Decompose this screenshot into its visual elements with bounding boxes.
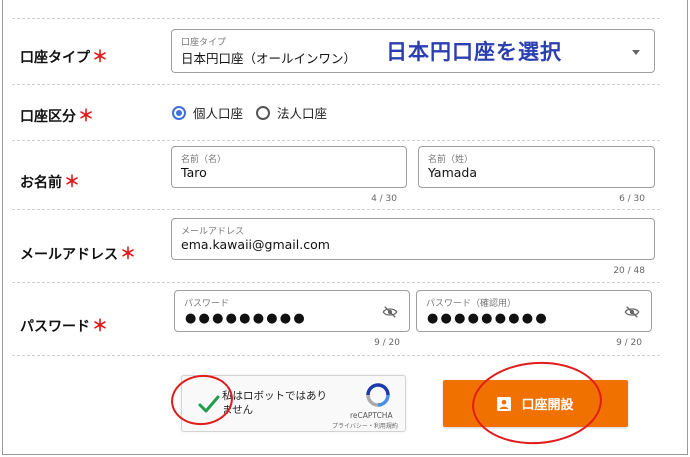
- password-confirm-counter: 9 / 20: [616, 338, 642, 348]
- eye-off-icon[interactable]: [623, 304, 641, 320]
- radio-corporate-label: 法人口座: [277, 106, 328, 121]
- first-name-input[interactable]: 名前（名） Taro: [171, 146, 407, 188]
- divider: [12, 355, 660, 356]
- required-mark: ＊: [92, 316, 109, 335]
- open-account-button[interactable]: 口座開設: [443, 380, 628, 427]
- first-name-counter: 4 / 30: [371, 194, 397, 204]
- account-type-select-value: 日本円口座（オールインワン）: [181, 51, 357, 66]
- account-category-label: 口座区分＊: [20, 102, 94, 126]
- password-input[interactable]: パスワード ●●●●●●●●●: [174, 290, 410, 332]
- email-label: メールアドレス＊: [20, 240, 136, 264]
- password-counter: 9 / 20: [374, 338, 400, 348]
- divider: [12, 140, 660, 141]
- radio-corporate[interactable]: 法人口座: [256, 103, 327, 122]
- divider: [12, 282, 660, 283]
- radio-individual-label: 個人口座: [193, 106, 244, 121]
- recaptcha-logo-icon: [366, 383, 390, 407]
- account-type-select-label: 口座タイプ: [181, 38, 227, 48]
- last-name-counter: 6 / 30: [619, 194, 645, 204]
- email-counter: 20 / 48: [613, 266, 645, 276]
- divider: [12, 209, 660, 210]
- name-label: お名前＊: [20, 168, 80, 192]
- recaptcha-brand: reCAPTCHA: [350, 411, 393, 420]
- recaptcha-checkbox[interactable]: [196, 391, 222, 417]
- required-mark: ＊: [64, 172, 81, 191]
- name-label-text: お名前: [20, 175, 62, 191]
- divider: [12, 18, 660, 19]
- last-name-field-label: 名前（姓）: [428, 155, 474, 165]
- email-field-label: メールアドレス: [181, 227, 245, 237]
- account-type-select[interactable]: 口座タイプ 日本円口座（オールインワン） 日本円口座を選択: [171, 29, 655, 73]
- last-name-input[interactable]: 名前（姓） Yamada: [418, 146, 655, 188]
- radio-checked-icon: [172, 105, 186, 120]
- first-name-field-label: 名前（名）: [181, 155, 227, 165]
- email-input[interactable]: メールアドレス ema.kawaii@gmail.com: [171, 218, 655, 260]
- account-type-label-text: 口座タイプ: [20, 50, 90, 66]
- radio-individual[interactable]: 個人口座: [172, 103, 243, 122]
- account-category-label-text: 口座区分: [20, 109, 76, 125]
- last-name-value: Yamada: [428, 165, 478, 180]
- password-confirm-input[interactable]: パスワード（確認用） ●●●●●●●●●: [416, 290, 652, 332]
- required-mark: ＊: [120, 244, 137, 263]
- account-type-label: 口座タイプ＊: [20, 43, 108, 67]
- email-label-text: メールアドレス: [20, 247, 118, 263]
- password-value: ●●●●●●●●●: [185, 311, 307, 326]
- password-confirm-value: ●●●●●●●●●: [427, 311, 549, 326]
- password-field-label: パスワード: [184, 299, 230, 309]
- password-label: パスワード＊: [20, 312, 108, 336]
- password-label-text: パスワード: [20, 319, 90, 335]
- email-value: ema.kawaii@gmail.com: [181, 237, 330, 252]
- account-box-icon: [497, 396, 512, 411]
- open-account-button-label: 口座開設: [521, 398, 574, 413]
- recaptcha-links[interactable]: プライバシー・利用規約: [332, 421, 398, 430]
- required-mark: ＊: [92, 47, 109, 66]
- radio-unchecked-icon: [256, 105, 270, 120]
- first-name-value: Taro: [181, 165, 207, 180]
- required-mark: ＊: [78, 106, 95, 125]
- recaptcha-widget: 私はロボットではありません reCAPTCHA プライバシー・利用規約: [181, 375, 406, 432]
- eye-off-icon[interactable]: [381, 304, 399, 320]
- divider: [12, 84, 660, 85]
- annotation-title: 日本円口座を選択: [386, 40, 562, 64]
- password-confirm-field-label: パスワード（確認用）: [426, 299, 517, 309]
- recaptcha-label: 私はロボットではありません: [222, 390, 327, 416]
- dropdown-arrow-icon: [632, 50, 640, 55]
